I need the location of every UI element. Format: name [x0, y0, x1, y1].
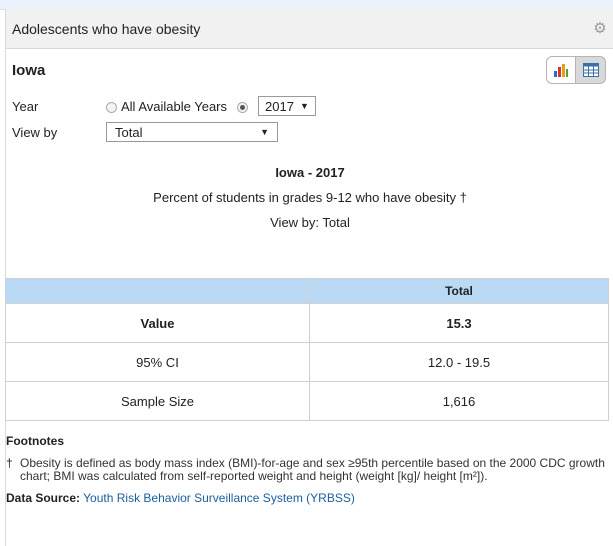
row-value: 1,616	[309, 381, 609, 421]
state-name: Iowa	[12, 61, 46, 79]
footnotes: Footnotes † Obesity is defined as body m…	[6, 434, 610, 505]
data-source: Data Source: Youth Risk Behavior Surveil…	[6, 491, 610, 505]
table-row: Sample Size 1,616	[5, 381, 609, 421]
state-row: Iowa	[6, 49, 613, 91]
year-label: Year	[12, 98, 39, 114]
footnote-text: Obesity is defined as body mass index (B…	[20, 456, 605, 483]
row-label: 95% CI	[5, 342, 310, 382]
row-value: 12.0 - 19.5	[309, 342, 609, 382]
data-table: Total Value 15.3 95% CI 12.0 - 19.5 Samp…	[5, 278, 609, 421]
footnote-item: † Obesity is defined as body mass index …	[6, 457, 610, 483]
viewby-select-value: Total	[115, 124, 143, 140]
gear-icon[interactable]: ⚙	[592, 20, 608, 37]
bar-chart-icon	[554, 64, 568, 77]
viewby-select[interactable]: Total ▼	[106, 122, 278, 142]
table-header-blank	[5, 278, 310, 304]
footnote-mark: †	[6, 456, 13, 470]
footnotes-title: Footnotes	[6, 434, 64, 448]
year-select[interactable]: 2017 ▼	[258, 96, 316, 116]
table-view-button[interactable]	[576, 56, 606, 84]
data-source-label: Data Source:	[6, 491, 81, 505]
chevron-down-icon: ▼	[299, 101, 309, 111]
chevron-down-icon: ▼	[260, 127, 269, 137]
year-row: Year All Available Years 2017 ▼	[6, 93, 613, 119]
year-select-value: 2017	[265, 98, 294, 114]
row-value: 15.3	[309, 303, 609, 343]
all-years-radio[interactable]	[106, 101, 117, 113]
single-year-radio[interactable]	[237, 101, 249, 113]
panel-header: Adolescents who have obesity ⚙	[6, 9, 613, 49]
table-header-row: Total	[5, 278, 609, 304]
all-years-label[interactable]: All Available Years	[121, 99, 227, 114]
panel-title: Adolescents who have obesity	[12, 20, 201, 37]
table-viewby: View by: Total	[270, 215, 350, 230]
chart-view-button[interactable]	[546, 56, 576, 84]
table-titles: Iowa - 2017 Percent of students in grade…	[6, 163, 613, 238]
data-source-link[interactable]: Youth Risk Behavior Surveillance System …	[83, 491, 355, 505]
viewby-label: View by	[12, 124, 58, 140]
row-label: Sample Size	[5, 381, 310, 421]
table-row: Value 15.3	[5, 303, 609, 343]
viewby-row: View by Total ▼	[6, 119, 613, 145]
table-subtitle: Percent of students in grades 9-12 who h…	[153, 190, 467, 205]
table-icon	[582, 63, 599, 77]
table-header-total: Total	[309, 278, 609, 304]
row-label: Value	[5, 303, 310, 343]
table-title: Iowa - 2017	[275, 165, 345, 180]
view-toggle	[546, 56, 606, 84]
table-row: 95% CI 12.0 - 19.5	[5, 342, 609, 382]
